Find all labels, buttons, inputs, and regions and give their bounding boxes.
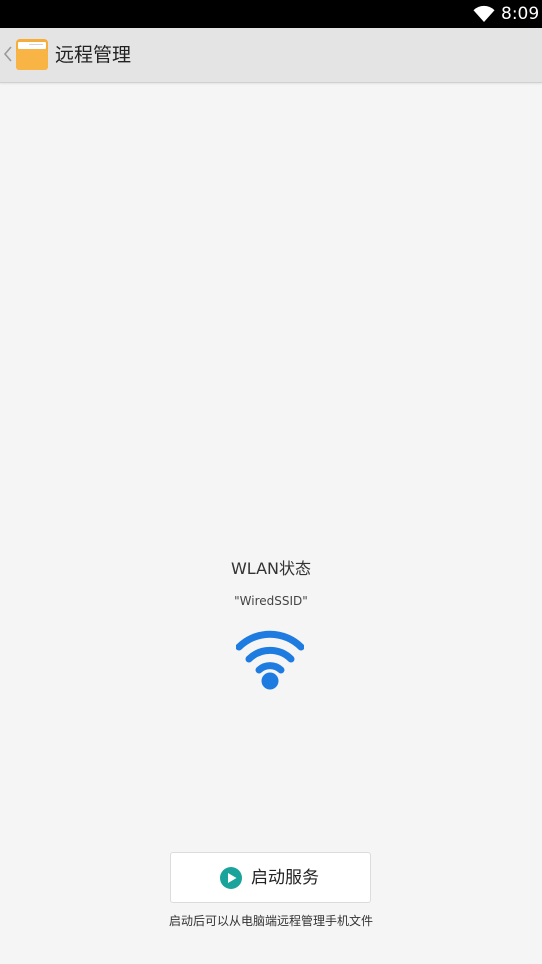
back-button[interactable] <box>0 28 52 82</box>
wlan-status-title: WLAN状态 <box>230 559 312 578</box>
chevron-left-icon <box>3 46 12 62</box>
hint-text: 启动后可以从电脑端远程管理手机文件 <box>168 914 373 928</box>
wlan-ssid: "WiredSSID" <box>234 594 308 608</box>
start-service-label: 启动服务 <box>251 868 319 888</box>
start-service-button[interactable]: 启动服务 <box>170 852 371 903</box>
page-title: 远程管理 <box>55 44 132 66</box>
play-circle-icon <box>220 867 242 889</box>
app-bar: 远程管理 <box>0 28 542 83</box>
wifi-icon <box>236 630 304 690</box>
screen: 8:09 远程管理 WLAN状态 "WiredSSID" 启动服务 启动后可以从… <box>0 0 542 964</box>
status-time: 8:09 <box>501 4 540 24</box>
wifi-icon <box>473 5 495 23</box>
status-bar: 8:09 <box>0 0 542 28</box>
folder-icon <box>16 39 48 70</box>
